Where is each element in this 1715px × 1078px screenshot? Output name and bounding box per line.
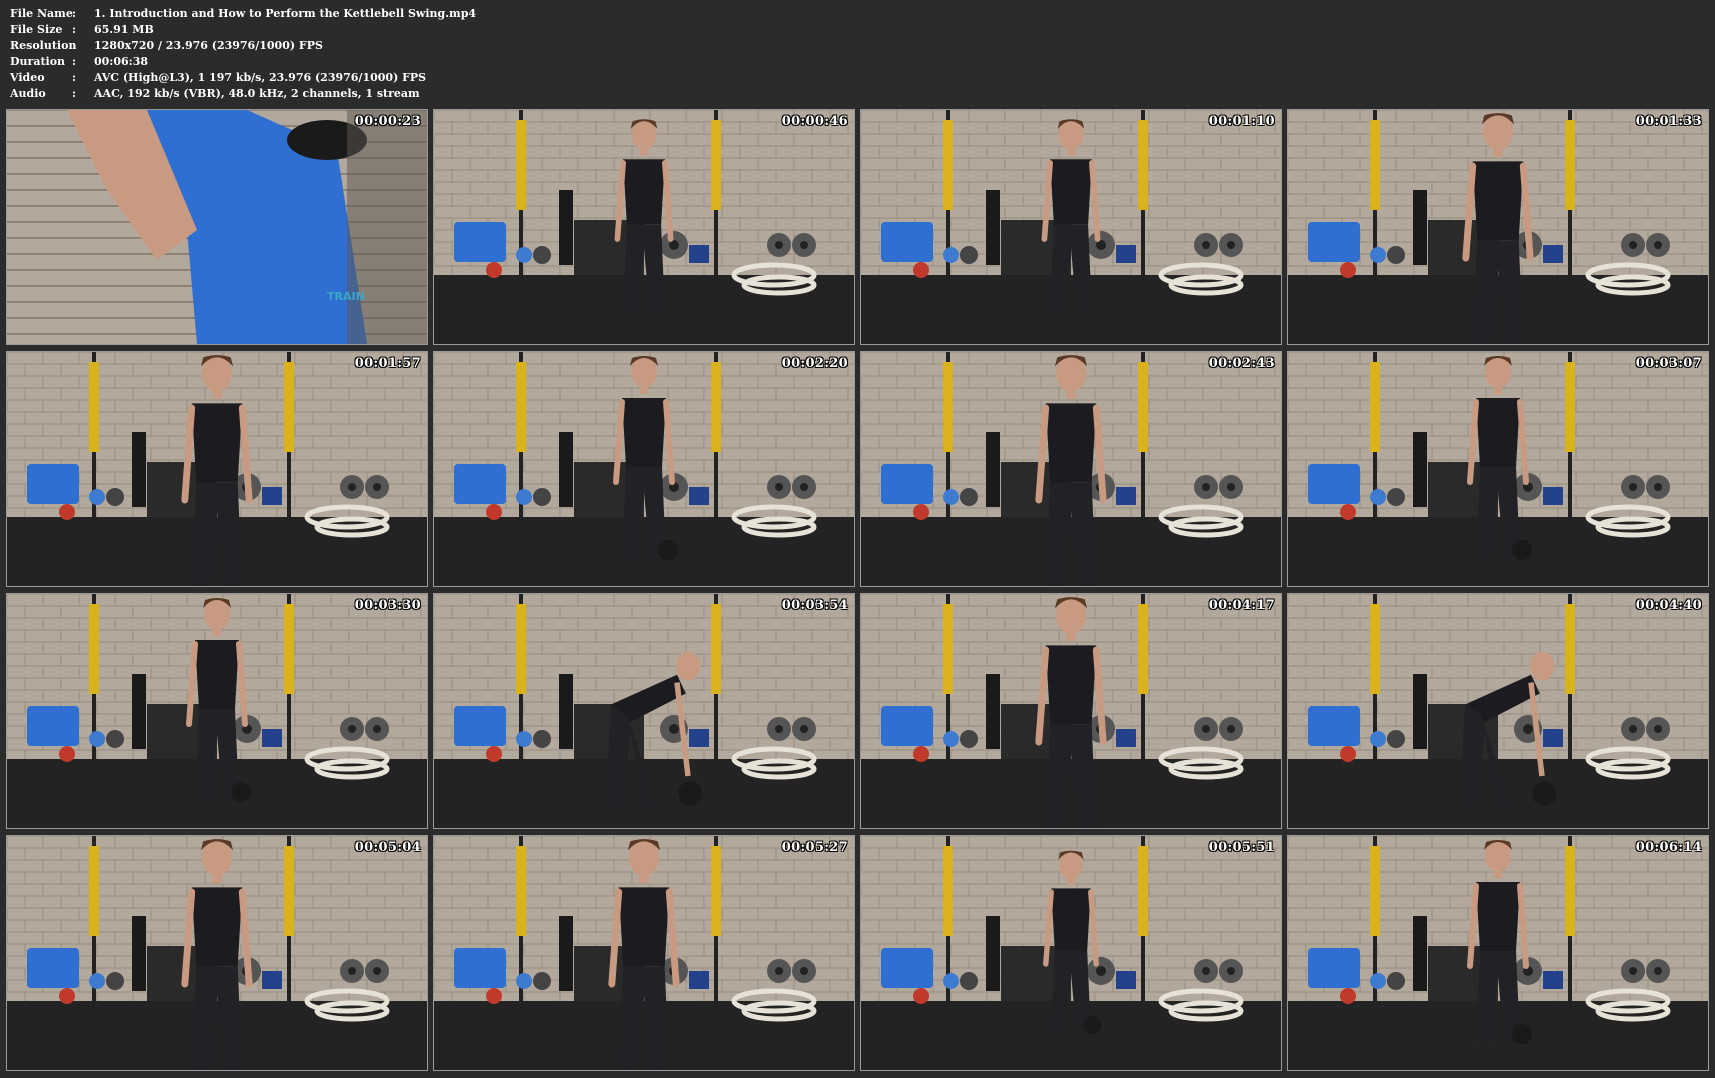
video-thumbnail: 00:01:57 (6, 351, 428, 587)
file-info-separator: : (72, 55, 77, 68)
file-info-row: Audio: AAC, 192 kb/s (VBR), 48.0 kHz, 2 c… (10, 86, 476, 102)
thumbnail-timestamp: 00:05:51 (1208, 840, 1275, 855)
video-thumbnail: 00:06:14 (1287, 835, 1709, 1071)
file-info-label: Duration (10, 55, 66, 68)
video-thumbnail: 00:05:51 (860, 835, 1282, 1071)
thumbnail-timestamp: 00:05:27 (781, 840, 848, 855)
file-info-label: Video (10, 71, 45, 84)
thumbnail-timestamp: 00:06:14 (1635, 840, 1702, 855)
video-thumbnail: 00:04:40 (1287, 593, 1709, 829)
file-info-value: AAC, 192 kb/s (VBR), 48.0 kHz, 2 channel… (94, 87, 420, 100)
video-thumbnail: 00:05:27 (433, 835, 855, 1071)
file-info-separator: : (72, 39, 77, 52)
video-thumbnail: 00:03:30 (6, 593, 428, 829)
video-thumbnail: 00:00:46 (433, 109, 855, 345)
video-thumbnail: 00:02:43 (860, 351, 1282, 587)
thumbnail-timestamp: 00:05:04 (354, 840, 421, 855)
video-thumbnail: TRAIN 00:00:23 (6, 109, 428, 345)
thumbnail-timestamp: 00:04:40 (1635, 598, 1702, 613)
contact-sheet: File Name: 1. Introduction and How to Per… (0, 0, 1715, 1078)
video-thumbnail: 00:01:33 (1287, 109, 1709, 345)
video-thumbnail: 00:01:10 (860, 109, 1282, 345)
file-info-value: 00:06:38 (94, 55, 149, 68)
thumbnail-timestamp: 00:00:46 (781, 114, 848, 129)
thumbnail-timestamp: 00:03:07 (1635, 356, 1702, 371)
thumbnail-grid: TRAIN 00:00:23 00:00:46 00:01:10 00:01:33 00:… (6, 109, 1710, 1073)
file-info-value: AVC (High@L3), 1 197 kb/s, 23.976 (23976… (94, 71, 427, 84)
thumbnail-timestamp: 00:04:17 (1208, 598, 1275, 613)
video-thumbnail: 00:03:07 (1287, 351, 1709, 587)
thumbnail-timestamp: 00:03:54 (781, 598, 848, 613)
file-info-label: Audio (10, 87, 46, 100)
file-info-row: File Size: 65.91 MB (10, 22, 476, 38)
thumbnail-timestamp: 00:03:30 (354, 598, 421, 613)
video-thumbnail: 00:02:20 (433, 351, 855, 587)
svg-text:TRAIN: TRAIN (327, 290, 365, 303)
file-info-panel: File Name: 1. Introduction and How to Per… (10, 6, 476, 102)
file-info-row: Video: AVC (High@L3), 1 197 kb/s, 23.976 … (10, 70, 476, 86)
thumbnail-timestamp: 00:02:20 (781, 356, 848, 371)
file-info-value: 65.91 MB (94, 23, 154, 36)
file-info-row: Duration: 00:06:38 (10, 54, 476, 70)
file-info-row: Resolution: 1280x720 / 23.976 (23976/1000… (10, 38, 476, 54)
thumbnail-timestamp: 00:01:10 (1208, 114, 1275, 129)
thumbnail-timestamp: 00:00:23 (354, 114, 421, 129)
file-info-value: 1280x720 / 23.976 (23976/1000) FPS (94, 39, 323, 52)
file-info-label: Resolution (10, 39, 77, 52)
file-info-separator: : (72, 71, 77, 84)
file-info-separator: : (72, 7, 77, 20)
file-info-row: File Name: 1. Introduction and How to Per… (10, 6, 476, 22)
file-info-label: File Size (10, 23, 63, 36)
file-info-label: File Name (10, 7, 73, 20)
video-thumbnail: 00:05:04 (6, 835, 428, 1071)
thumbnail-timestamp: 00:01:33 (1635, 114, 1702, 129)
file-info-separator: : (72, 23, 77, 36)
video-thumbnail: 00:04:17 (860, 593, 1282, 829)
video-thumbnail: 00:03:54 (433, 593, 855, 829)
thumbnail-timestamp: 00:01:57 (354, 356, 421, 371)
thumbnail-timestamp: 00:02:43 (1208, 356, 1275, 371)
file-info-separator: : (72, 87, 77, 100)
file-info-value: 1. Introduction and How to Perform the K… (94, 7, 477, 20)
